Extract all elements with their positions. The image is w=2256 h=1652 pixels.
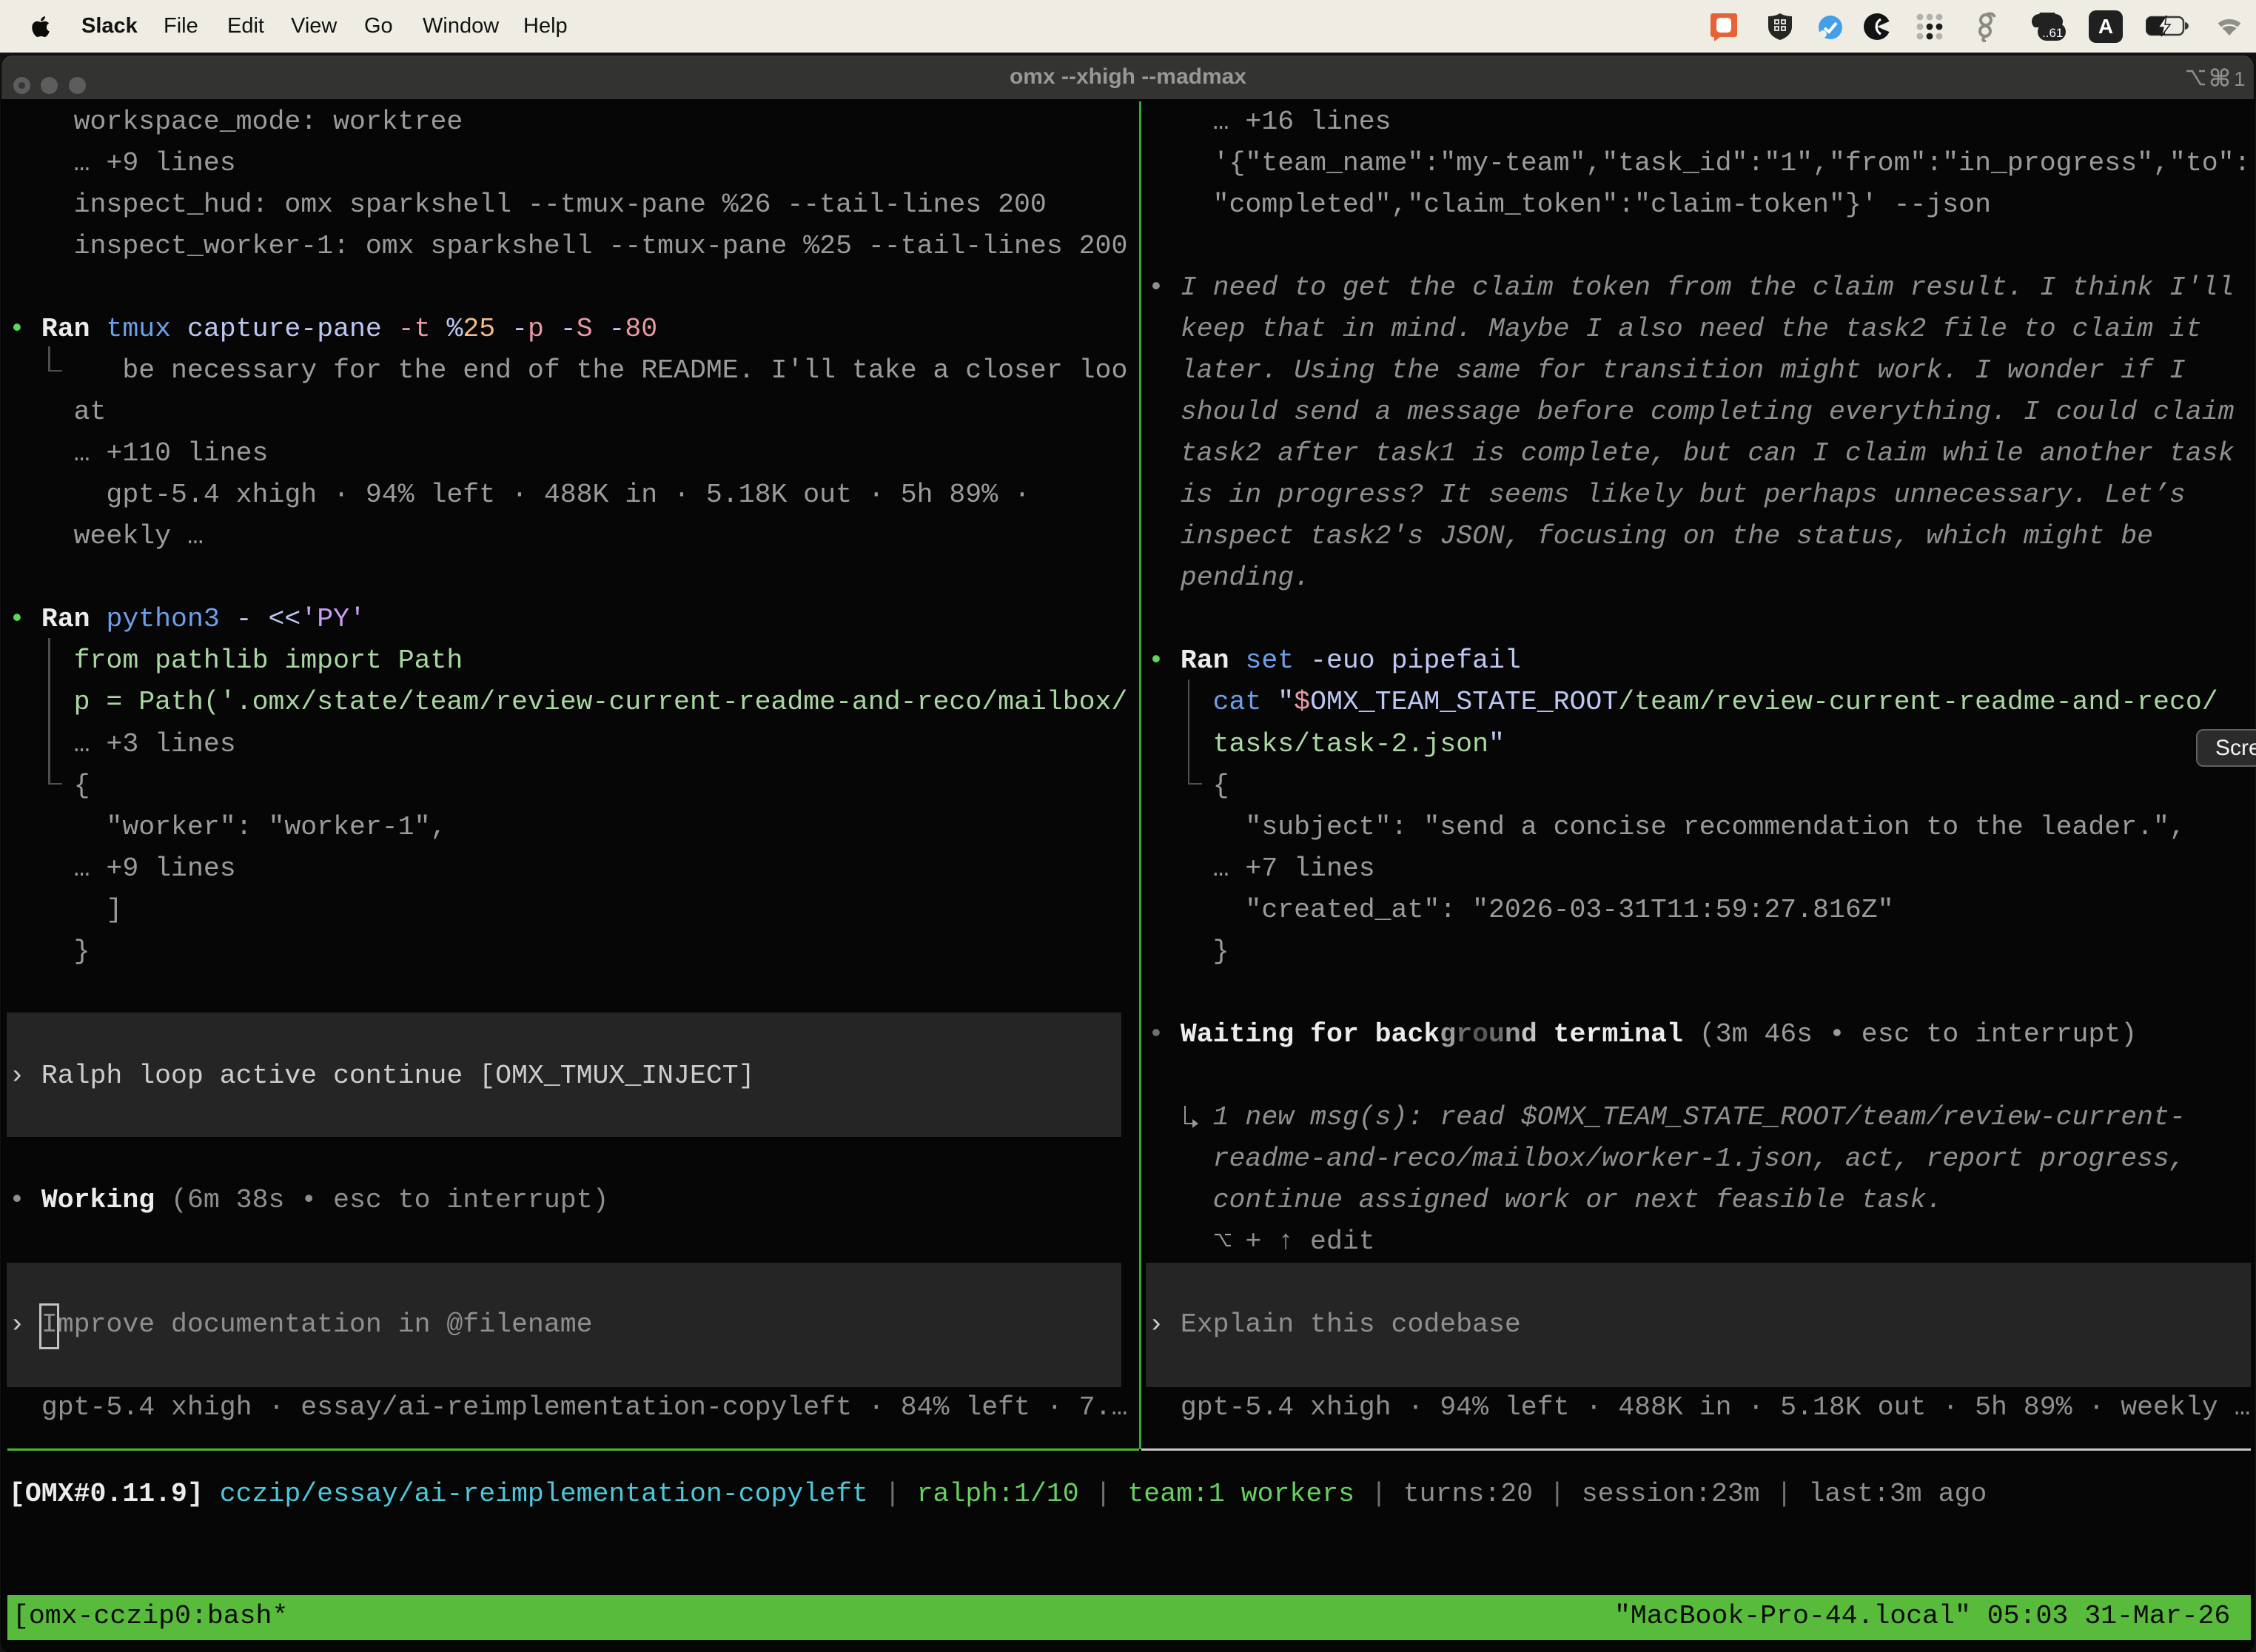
svg-text:1: 1 xyxy=(2234,67,2246,90)
svg-text:..61: ..61 xyxy=(2042,26,2063,40)
